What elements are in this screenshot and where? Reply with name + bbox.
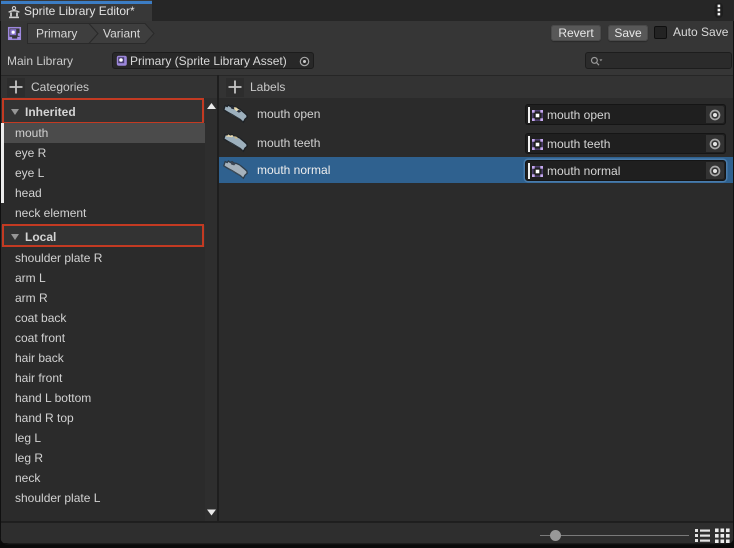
svg-text:Primary: Primary [36,27,77,41]
svg-text:Variant: Variant [103,27,141,41]
